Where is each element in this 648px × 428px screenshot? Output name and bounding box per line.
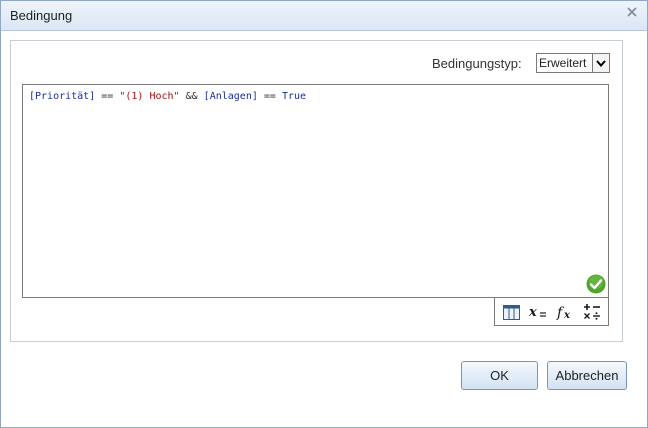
expr-operator-equals-2: == bbox=[263, 91, 276, 102]
condition-type-select[interactable]: Erweitert bbox=[536, 53, 610, 73]
expr-operator-and: && bbox=[185, 91, 198, 102]
dialog-title: Bedingung bbox=[10, 8, 73, 23]
operators-icon[interactable] bbox=[581, 302, 603, 322]
editor-toolbar: x f x bbox=[494, 298, 609, 326]
expr-bool-value: True bbox=[281, 91, 307, 102]
variable-icon[interactable]: x bbox=[527, 302, 549, 322]
cancel-button[interactable]: Abbrechen bbox=[547, 361, 627, 390]
table-icon[interactable] bbox=[500, 302, 522, 322]
condition-type-label: Bedingungstyp: bbox=[432, 56, 522, 71]
svg-text:x: x bbox=[563, 310, 571, 320]
condition-type-value: Erweitert bbox=[539, 56, 587, 70]
ok-button[interactable]: OK bbox=[461, 361, 538, 390]
expr-string-value: "(1) Hoch" bbox=[119, 91, 180, 102]
expr-field-attachments: [Anlagen] bbox=[203, 91, 258, 102]
expr-operator-equals: == bbox=[101, 91, 114, 102]
expr-field-priority: [Priorität] bbox=[29, 91, 96, 102]
chevron-down-icon[interactable] bbox=[592, 54, 609, 72]
expression-editor[interactable]: [Priorität] == "(1) Hoch" && [Anlagen] =… bbox=[22, 84, 609, 298]
expression-text: [Priorität] == "(1) Hoch" && [Anlagen] =… bbox=[29, 91, 306, 102]
condition-dialog: Bedingung Bedingungstyp: Erweitert [Prio… bbox=[0, 0, 648, 428]
close-icon[interactable] bbox=[627, 6, 637, 20]
title-bar: Bedingung bbox=[1, 1, 647, 31]
svg-text:x: x bbox=[528, 305, 537, 320]
valid-check-icon bbox=[586, 274, 606, 294]
condition-panel: Bedingungstyp: Erweitert [Priorität] == … bbox=[10, 40, 623, 342]
function-icon[interactable]: f x bbox=[554, 302, 576, 322]
